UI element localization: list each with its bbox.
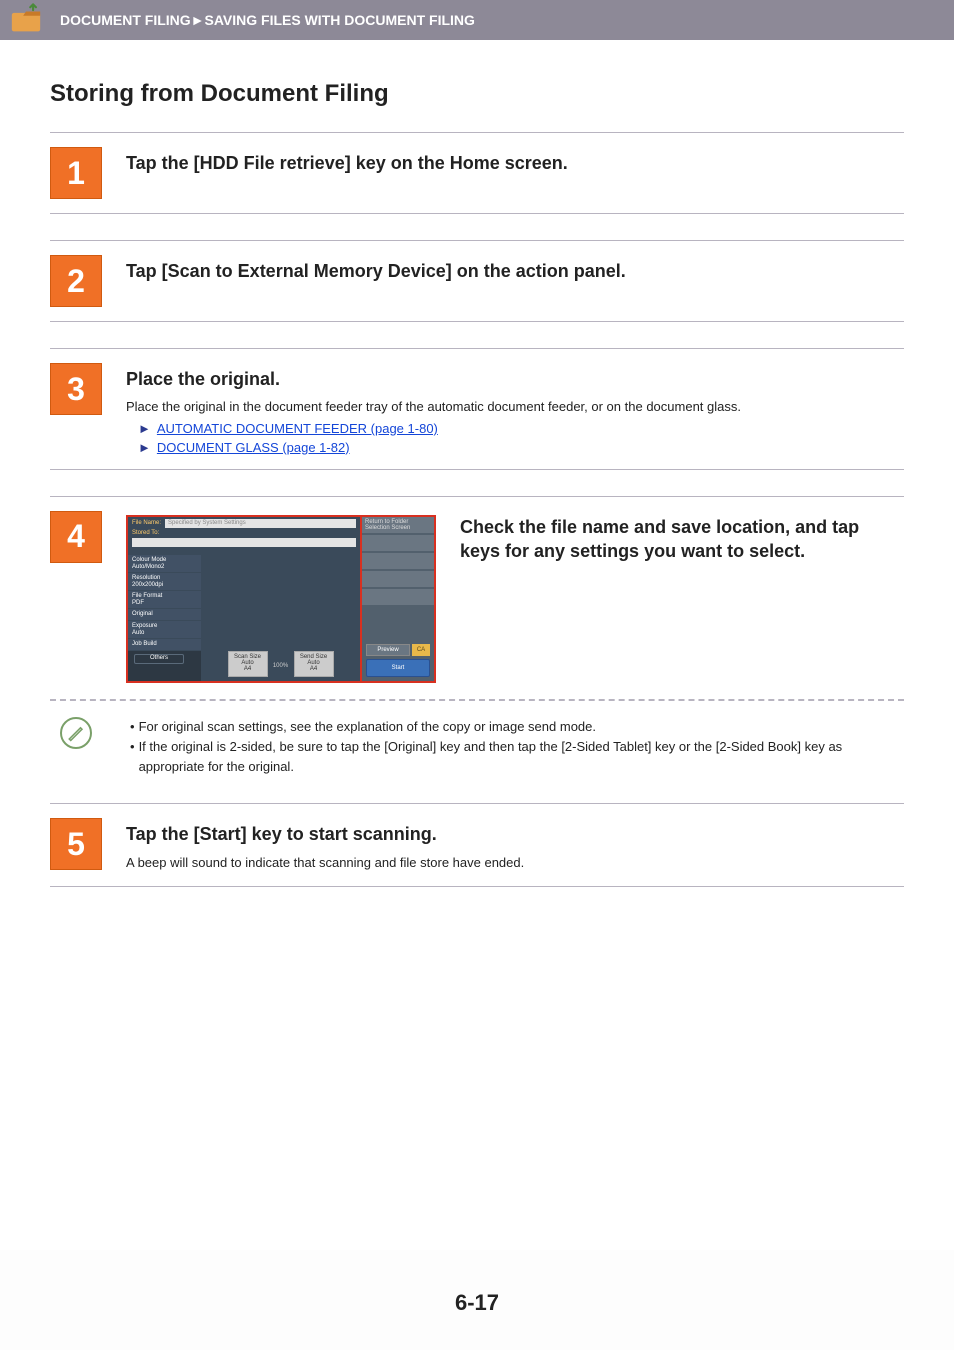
step-5: 5 Tap the [Start] key to start scanning.…	[50, 803, 904, 887]
step-title: Check the file name and save location, a…	[460, 515, 904, 564]
ss-preview-button: Preview	[366, 644, 410, 656]
folder-upload-icon	[6, 0, 46, 40]
ss-return-folder: Return to Folder Selection Screen	[362, 517, 434, 533]
ss-action-item	[362, 553, 434, 569]
ss-center-area: Scan Size Auto A4 100% Send Size Auto A4	[201, 637, 360, 677]
note-text-1: For original scan settings, see the expl…	[139, 717, 596, 737]
ss-zoom: 100%	[273, 663, 288, 669]
link-auto-document-feeder[interactable]: AUTOMATIC DOCUMENT FEEDER (page 1-80)	[157, 421, 438, 436]
ss-exposure: Exposure Auto	[128, 621, 201, 639]
ss-resolution: Resolution 200x200dpi	[128, 573, 201, 591]
ss-start-button: Start	[366, 659, 430, 677]
step-number: 5	[50, 818, 102, 870]
step-number: 2	[50, 255, 102, 307]
ss-job-build: Job Build	[128, 639, 201, 651]
step-description: A beep will sound to indicate that scann…	[126, 853, 904, 873]
ss-file-format: File Format PDF	[128, 591, 201, 609]
step-description: Place the original in the document feede…	[126, 397, 904, 417]
ss-scan-size: Scan Size Auto A4	[228, 651, 268, 677]
ss-others: Others	[134, 654, 184, 664]
step-title: Tap [Scan to External Memory Device] on …	[126, 259, 904, 283]
step-number: 1	[50, 147, 102, 199]
ss-ca-button: CA	[412, 644, 430, 656]
link-document-glass[interactable]: DOCUMENT GLASS (page 1-82)	[157, 440, 350, 455]
note-text-2: If the original is 2-sided, be sure to t…	[139, 737, 904, 777]
link-row: ► AUTOMATIC DOCUMENT FEEDER (page 1-80)	[138, 421, 904, 436]
page-footer: 6-17	[0, 1250, 954, 1350]
note-icon	[60, 717, 92, 749]
chevron-right-icon: ►	[138, 421, 151, 436]
chevron-right-icon: ►	[138, 440, 151, 455]
ss-file-name-value: Specified by System Settings	[165, 519, 356, 528]
step-number: 4	[50, 511, 102, 563]
ss-send-size: Send Size Auto A4	[294, 651, 334, 677]
header-bar: DOCUMENT FILING►SAVING FILES WITH DOCUME…	[0, 0, 954, 40]
ui-screenshot: File Name: Specified by System Settings …	[126, 515, 436, 683]
ss-action-item	[362, 589, 434, 605]
ss-stored-to-label: Stored To:	[132, 530, 356, 536]
ss-original: Original	[128, 609, 201, 621]
step-title: Tap the [Start] key to start scanning.	[126, 822, 904, 846]
link-row: ► DOCUMENT GLASS (page 1-82)	[138, 440, 904, 455]
step-1: 1 Tap the [HDD File retrieve] key on the…	[50, 132, 904, 214]
step-title: Tap the [HDD File retrieve] key on the H…	[126, 151, 904, 175]
page-title: Storing from Document Filing	[50, 80, 904, 108]
step-number: 3	[50, 363, 102, 415]
step-3: 3 Place the original. Place the original…	[50, 348, 904, 470]
dashed-separator	[50, 699, 904, 701]
step-4: 4 File Name: Specified by System Setting…	[50, 496, 904, 777]
note-block: •For original scan settings, see the exp…	[50, 717, 904, 777]
breadcrumb: DOCUMENT FILING►SAVING FILES WITH DOCUME…	[60, 12, 475, 28]
ss-file-name-label: File Name:	[132, 520, 161, 526]
step-2: 2 Tap [Scan to External Memory Device] o…	[50, 240, 904, 322]
ss-stored-to-value	[132, 538, 356, 547]
ss-action-item	[362, 535, 434, 551]
page-number: 6-17	[0, 1290, 954, 1316]
ss-colour-mode: Colour Mode Auto/Mono2	[128, 555, 201, 573]
ss-action-item	[362, 571, 434, 587]
step-title: Place the original.	[126, 367, 904, 391]
